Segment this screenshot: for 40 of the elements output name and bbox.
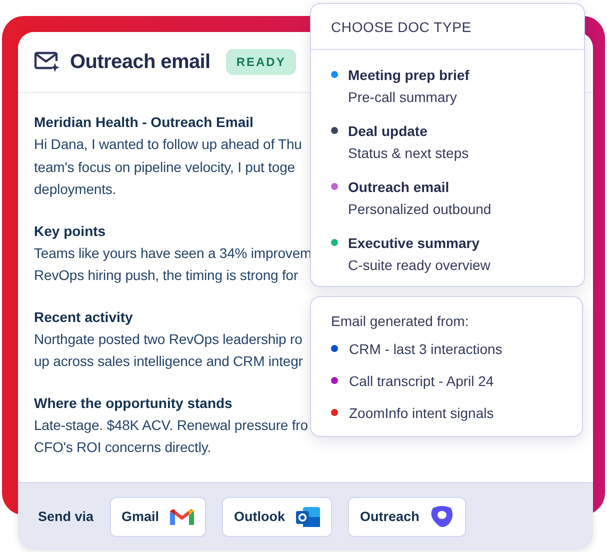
source-label: Call transcript - April 24 bbox=[349, 372, 494, 391]
item-description: Pre-call summary bbox=[348, 88, 458, 107]
menu-item[interactable]: Executive summary C-suite ready overview bbox=[331, 232, 564, 276]
menu-item[interactable]: Meeting prep brief Pre-call summary bbox=[331, 64, 564, 108]
source-label: CRM - last 3 interactions bbox=[349, 340, 502, 359]
envelope-o-icon bbox=[295, 504, 322, 528]
body-text: RevOps hiring push, the timing is strong for bbox=[34, 266, 298, 285]
menu-item[interactable]: Outreach email Personalized outbound bbox=[331, 176, 564, 220]
send-button[interactable]: Gmail bbox=[110, 496, 206, 536]
section-heading: Recent activity bbox=[34, 308, 133, 327]
body-text: deployments. bbox=[34, 180, 116, 199]
menu-title: CHOOSE DOC TYPE bbox=[311, 4, 584, 50]
body-text: Hi Dana, I wanted to follow up ahead of Thu bbox=[34, 135, 302, 154]
mail-sparkle-icon bbox=[34, 50, 60, 74]
item-description: Status & next steps bbox=[348, 144, 469, 163]
panel-title: Email generated from: bbox=[331, 313, 470, 329]
body-text: CFO's ROI concerns directly. bbox=[34, 438, 211, 457]
body-text: Northgate posted two RevOps leadership ro bbox=[34, 330, 302, 349]
item-label: Executive summary bbox=[348, 234, 481, 253]
send-via-label: Send via bbox=[38, 509, 94, 524]
item-description: C-suite ready overview bbox=[348, 256, 490, 275]
section-heading: Where the opportunity stands bbox=[34, 394, 232, 413]
item-description: Personalized outbound bbox=[348, 200, 492, 219]
body-text: up across sales intelligence and CRM integr bbox=[34, 352, 303, 371]
send-button[interactable]: Outlook bbox=[222, 496, 332, 536]
body-text: team's focus on pipeline velocity, I put toge bbox=[34, 158, 295, 177]
send-button[interactable]: Outreach bbox=[348, 496, 466, 536]
section-heading: Meridian Health - Outreach Email bbox=[34, 113, 254, 132]
item-label: Deal update bbox=[348, 122, 428, 141]
item-label: Outreach email bbox=[348, 178, 450, 197]
item-label: Meeting prep brief bbox=[348, 66, 470, 85]
menu-item[interactable]: Deal update Status & next steps bbox=[331, 120, 564, 164]
section-heading: Key points bbox=[34, 222, 106, 241]
body-text: Late-stage. $48K ACV. Renewal pressure fro bbox=[34, 416, 308, 435]
body-text: Teams like yours have seen a 34% improvem bbox=[34, 244, 312, 263]
source-label: ZoomInfo intent signals bbox=[349, 404, 494, 423]
card-title: Outreach email bbox=[70, 50, 210, 74]
envelope-m-icon bbox=[169, 506, 196, 526]
shield-icon bbox=[429, 504, 456, 530]
status-badge: READY bbox=[226, 49, 296, 75]
